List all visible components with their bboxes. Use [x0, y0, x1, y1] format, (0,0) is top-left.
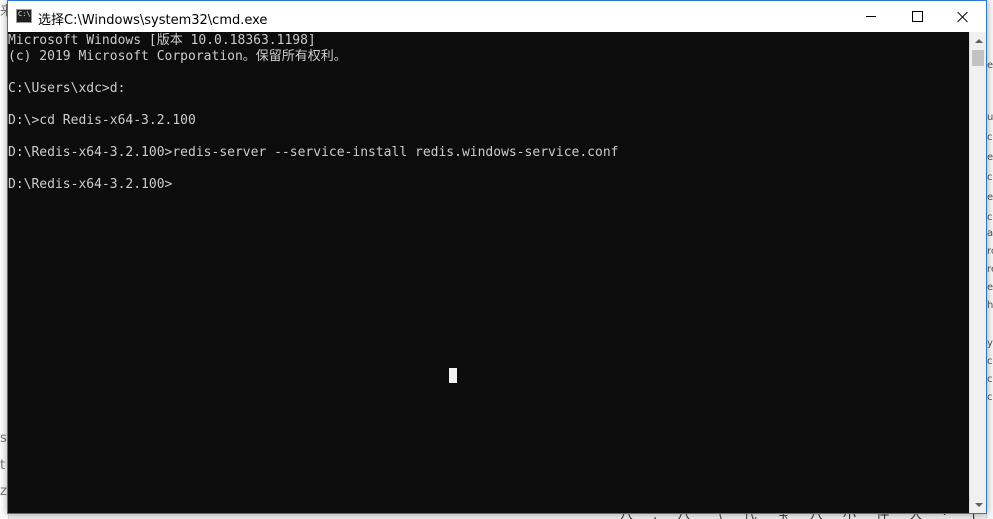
close-icon	[957, 11, 969, 23]
background-text-fragment: cl	[987, 356, 993, 367]
maximize-icon	[911, 11, 923, 22]
console-line: C:\Users\xdc>d:	[8, 81, 126, 96]
background-text-fragment: ev	[987, 152, 993, 163]
background-window-right: er uc co ev co ec co ac rc re eg ho y cl…	[986, 0, 993, 519]
maximize-button[interactable]	[894, 1, 940, 32]
console-line: (c) 2019 Microsoft Corporation。保留所有权利。	[8, 49, 347, 64]
background-text-fragment: eg	[987, 282, 993, 293]
background-text-fragment: re	[987, 264, 993, 275]
background-text-fragment: co	[987, 132, 993, 143]
scroll-up-button[interactable]	[970, 32, 987, 49]
background-text-fragment: rc	[987, 246, 993, 257]
minimize-icon	[866, 16, 876, 17]
background-text-fragment: z	[0, 484, 7, 499]
background-text-fragment: cc	[987, 374, 993, 385]
title-bar[interactable]: C:\ 选择C:\Windows\system32\cmd.exe	[8, 1, 986, 32]
cmd-window[interactable]: C:\ 选择C:\Windows\system32\cmd.exe Micros…	[7, 0, 987, 514]
close-button[interactable]	[940, 1, 986, 32]
console-output[interactable]: Microsoft Windows [版本 10.0.18363.1198] (…	[8, 32, 969, 513]
console-line: Microsoft Windows [版本 10.0.18363.1198]	[8, 33, 316, 48]
background-text-fragment: s	[0, 431, 7, 446]
scroll-down-button[interactable]	[970, 496, 987, 513]
arrow-down-icon	[974, 502, 983, 507]
background-text-fragment: t	[0, 458, 6, 473]
background-text-fragment: co	[987, 212, 993, 223]
console-line: D:\>cd Redis-x64-3.2.100	[8, 113, 196, 128]
background-text-fragment: cc	[987, 392, 993, 403]
console-prompt: D:\Redis-x64-3.2.100>	[8, 177, 173, 192]
background-text-fragment: co	[987, 172, 993, 183]
console-line: D:\Redis-x64-3.2.100>redis-server --serv…	[8, 145, 619, 160]
vertical-scrollbar[interactable]	[969, 32, 986, 513]
arrow-up-icon	[974, 38, 983, 43]
background-text-fragment: er	[987, 60, 993, 71]
background-text-fragment: ec	[987, 192, 993, 203]
cmd-icon-glyph: C:\	[18, 10, 31, 18]
text-cursor	[449, 368, 457, 383]
minimize-button[interactable]	[848, 1, 894, 32]
cmd-icon[interactable]: C:\	[16, 9, 32, 23]
background-text-fragment: ho	[987, 300, 993, 311]
background-text-fragment: y	[987, 338, 993, 349]
window-title: 选择C:\Windows\system32\cmd.exe	[38, 13, 268, 28]
background-text-fragment: uc	[987, 112, 993, 123]
background-text-fragment: ac	[987, 228, 993, 239]
scrollbar-thumb[interactable]	[972, 50, 984, 66]
